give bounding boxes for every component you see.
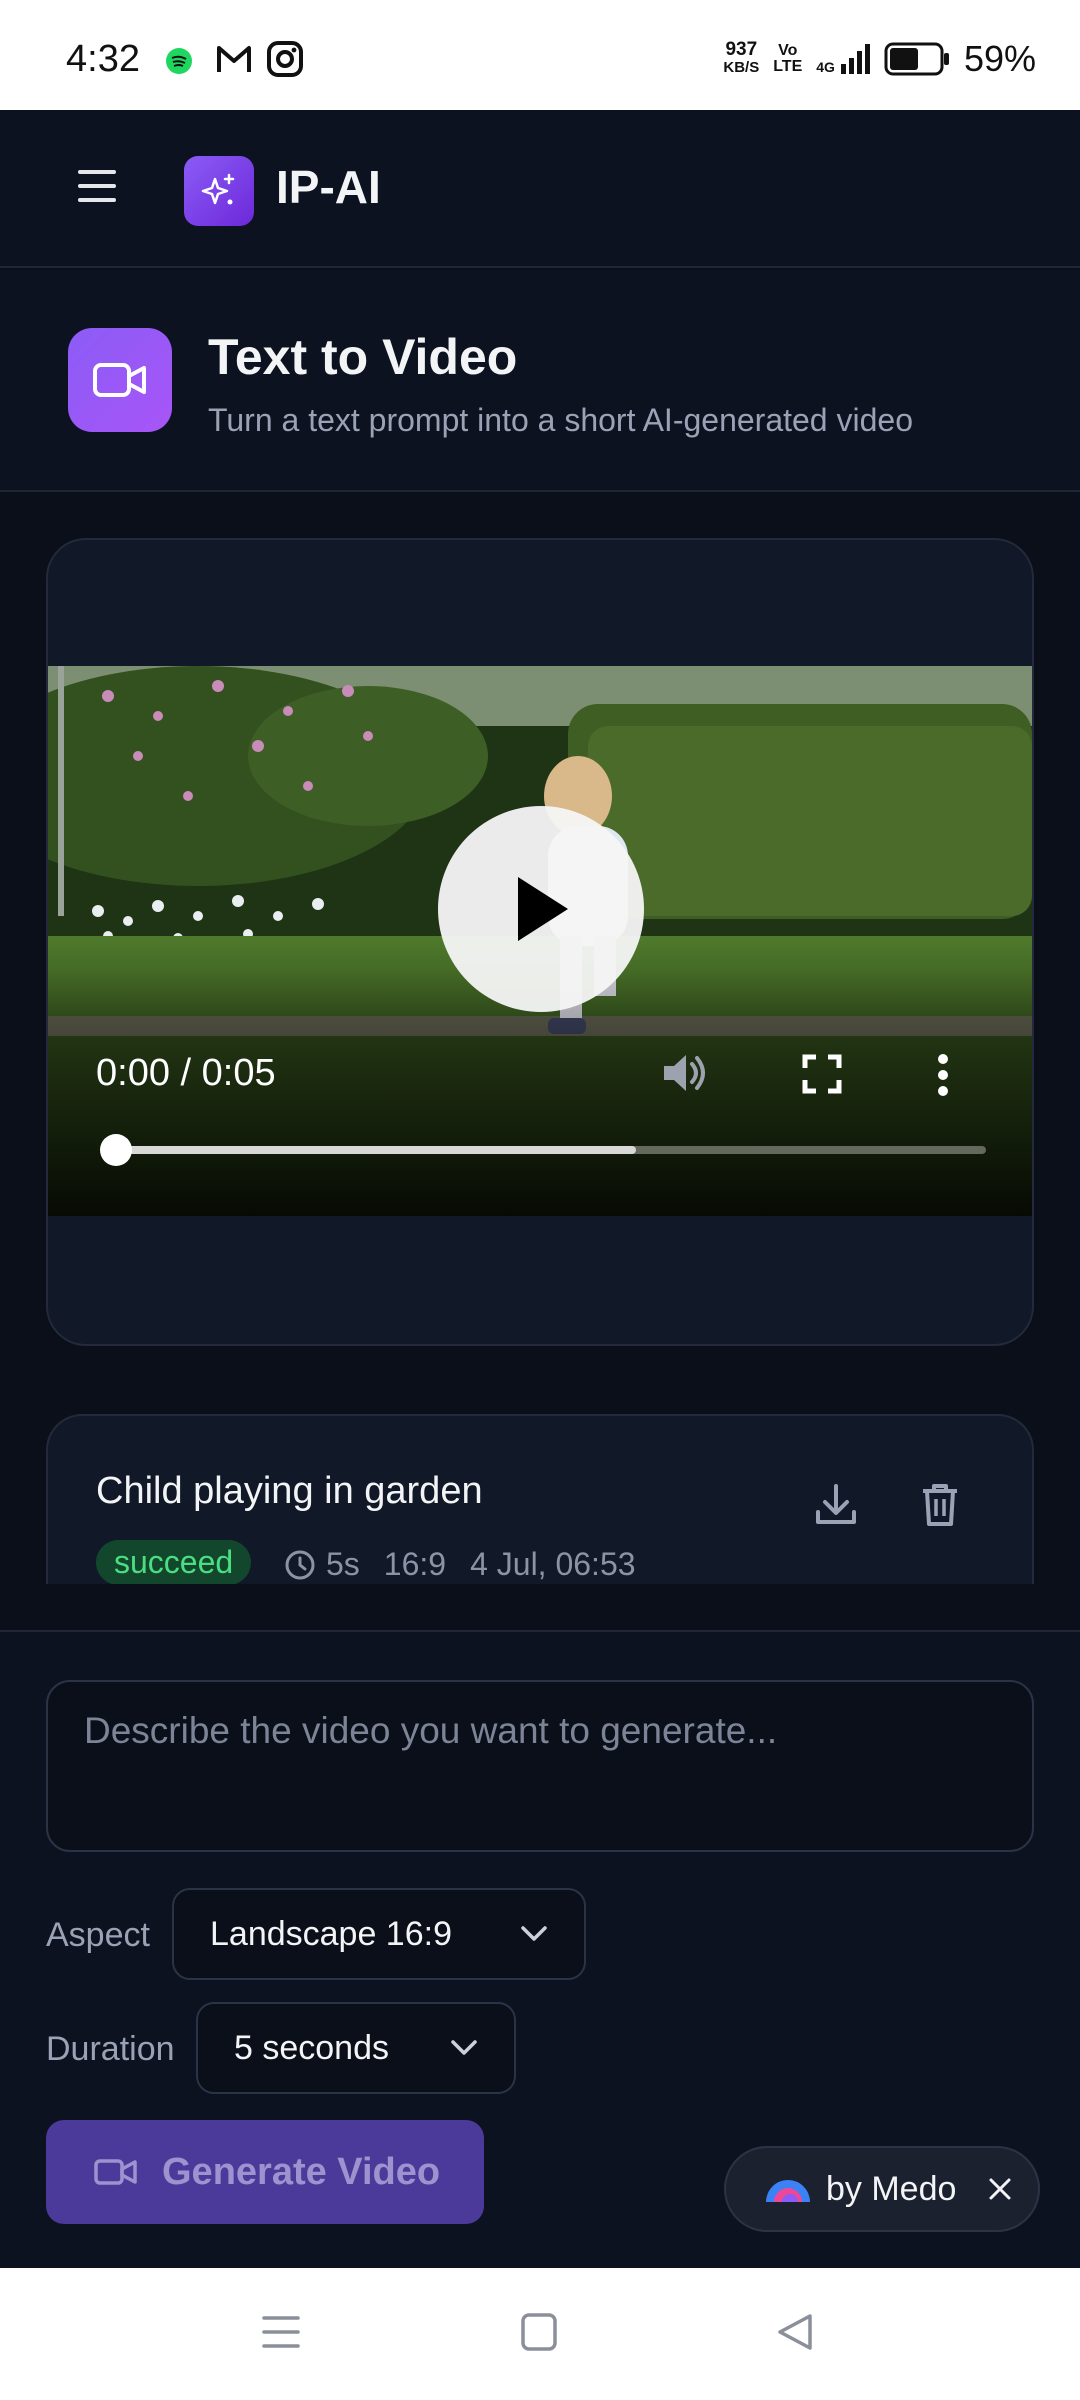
trash-icon[interactable] [920,1482,960,1528]
close-icon[interactable] [988,2177,1012,2201]
volume-icon[interactable] [660,1050,710,1096]
history-item-aspect: 16:9 [383,1546,447,1582]
status-right: 937 KB/S Vo LTE 4G 59% [723,38,1036,80]
video-time: 0:00 / 0:05 [96,1052,276,1094]
app-logo[interactable] [184,156,254,226]
chevron-down-icon [451,2040,477,2055]
composer-panel: Aspect Landscape 16:9 Duration 5 seconds… [0,1630,1080,2268]
signal-icon [840,44,870,74]
history-list: Child playing in garden succeed 5s 16:9 … [0,1414,1080,1584]
aspect-select[interactable]: Landscape 16:9 [172,1888,586,1980]
signal-group: 4G [816,44,870,74]
battery-icon [884,42,949,76]
play-button[interactable] [438,806,644,1012]
video-preview-card: 0:00 / 0:05 [46,538,1034,1346]
sparkles-icon [201,173,235,205]
duration-select[interactable]: 5 seconds [196,2002,516,2094]
app-brand[interactable]: IP-AI [276,160,381,214]
system-nav-bar [0,2268,1080,2400]
video-progress-bar[interactable] [100,1134,986,1166]
video-camera-icon [94,2159,137,2185]
recents-icon[interactable] [262,2312,300,2352]
page-title: Text to Video [208,329,518,385]
medo-badge-label: by Medo [826,2169,957,2208]
instagram-icon [267,41,303,77]
history-item-meta: 5s 16:9 4 Jul, 06:53 [284,1546,636,1583]
generate-video-label: Generate Video [162,2150,441,2193]
play-icon [518,877,568,941]
speed-value: 937 [725,39,758,60]
battery-percent: 59% [963,38,1036,79]
fullscreen-icon[interactable] [802,1054,842,1094]
speed-unit: KB/S [723,59,760,76]
history-item-duration: 5s [326,1546,360,1582]
status-badge: succeed [96,1540,252,1584]
gmail-icon [217,46,251,72]
history-item-title: Child playing in garden [96,1470,483,1512]
progress-knob[interactable] [100,1134,132,1166]
aspect-value: Landscape 16:9 [210,1914,452,1953]
duration-meta: 5s [284,1546,360,1583]
duration-value: 5 seconds [234,2028,389,2067]
status-bar: 4:32 937 KB/S Vo LTE 4G 59% [0,0,1080,110]
app-header: IP-AI [0,110,1080,268]
hamburger-icon[interactable] [78,170,116,202]
progress-buffered [110,1146,636,1154]
history-item[interactable]: Child playing in garden succeed 5s 16:9 … [46,1414,1034,1584]
duration-label: Duration [46,2030,175,2068]
network-speed: 937 KB/S [723,39,760,77]
prompt-input[interactable] [46,1680,1034,1852]
history-item-date: 4 Jul, 06:53 [470,1546,636,1582]
volte-indicator: Vo LTE [773,43,802,75]
video-camera-icon [68,328,172,432]
page-header: Text to Video Turn a text prompt into a … [0,270,1080,492]
download-icon[interactable] [814,1482,858,1528]
back-icon[interactable] [776,2312,814,2352]
video-player[interactable]: 0:00 / 0:05 [48,666,1032,1216]
medo-badge[interactable]: by Medo [724,2146,1040,2232]
network-type: 4G [816,59,835,75]
aspect-label: Aspect [46,1916,150,1954]
clock-icon [285,1550,315,1579]
status-time: 4:32 [66,38,140,80]
volte-top: Vo [778,42,798,59]
more-vert-icon[interactable] [936,1052,950,1098]
page-subtitle: Turn a text prompt into a short AI-gener… [208,402,913,438]
generate-video-button[interactable]: Generate Video [46,2120,484,2224]
home-icon[interactable] [520,2312,558,2352]
medo-logo-icon [766,2180,810,2202]
spotify-icon [166,48,192,74]
volte-bottom: LTE [773,58,803,75]
chevron-down-icon [521,1926,547,1941]
